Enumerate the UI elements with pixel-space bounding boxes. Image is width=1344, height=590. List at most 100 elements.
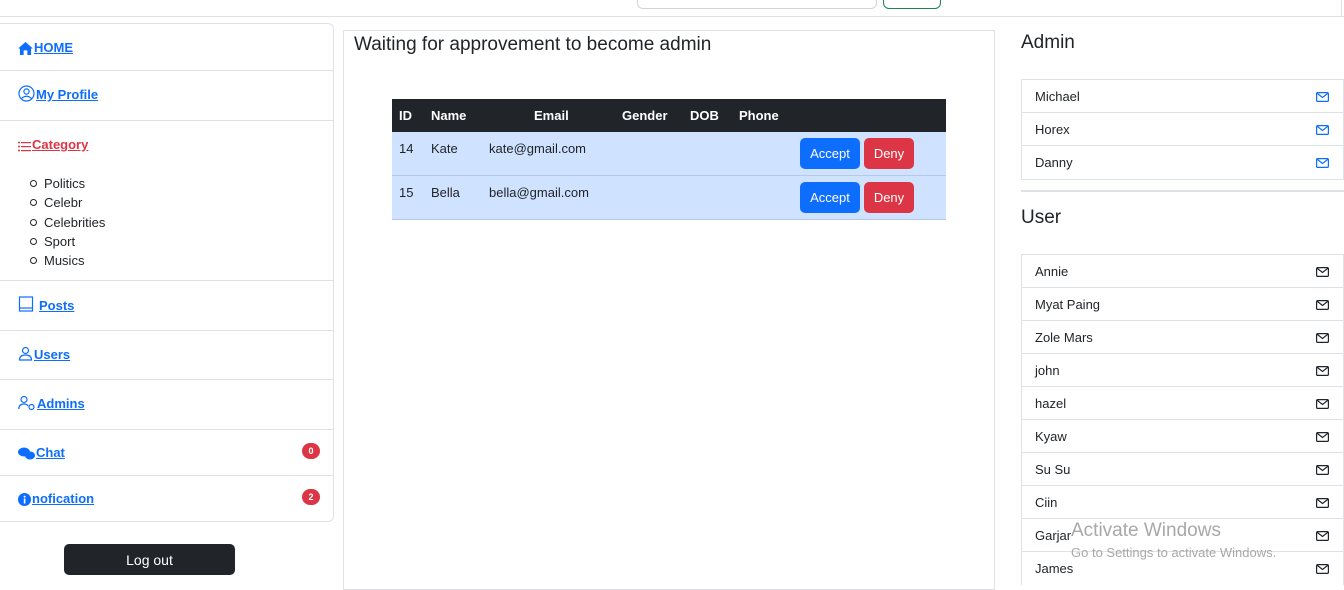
profile-label: My Profile [36, 87, 99, 102]
cell-email: kate@gmail.com [489, 141, 587, 156]
activation-watermark-subtitle: Go to Settings to activate Windows. [1071, 545, 1277, 560]
admin-item[interactable]: Michael [1022, 80, 1343, 113]
accept-button[interactable]: Accept [800, 138, 860, 169]
sidebar-item-notification[interactable]: nofication 2 [0, 476, 333, 522]
user-item[interactable]: Annie [1022, 255, 1343, 288]
admin-list: Michael Horex Danny [1021, 79, 1344, 180]
chat-link[interactable]: Chat [18, 445, 65, 460]
notification-link[interactable]: nofication [18, 491, 94, 506]
cell-name: Bella [431, 185, 460, 200]
category-label: Category [32, 137, 89, 152]
user-name: Ciin [1035, 495, 1058, 510]
user-name: Myat Paing [1035, 297, 1101, 312]
admins-link[interactable]: Admins [18, 395, 85, 411]
user-heading: User [1021, 207, 1062, 228]
sidebar-item-home[interactable]: HOME [0, 24, 333, 71]
admin-name: Danny [1035, 155, 1073, 170]
user-item[interactable]: john [1022, 354, 1343, 387]
user-name: Su Su [1035, 462, 1071, 477]
envelope-icon[interactable] [1316, 531, 1329, 541]
admins-label: Admins [37, 396, 85, 411]
posts-link[interactable]: Posts [18, 296, 74, 313]
envelope-icon[interactable] [1316, 465, 1329, 475]
category-list: Politics Celebr Celebrities Sport Musics [29, 174, 105, 270]
user-item[interactable]: Zole Mars [1022, 321, 1343, 354]
top-navbar [0, 0, 1344, 17]
col-gender: Gender [622, 108, 668, 123]
main-panel: Waiting for approvement to become admin … [343, 30, 995, 590]
category-link[interactable]: Category [18, 137, 88, 152]
search-input[interactable] [637, 0, 877, 9]
cell-id: 14 [399, 141, 414, 156]
table-header: ID Name Email Gender DOB Phone [392, 99, 946, 132]
user-item[interactable]: Kyaw [1022, 420, 1343, 453]
envelope-icon[interactable] [1316, 125, 1329, 135]
home-link[interactable]: HOME [18, 40, 73, 55]
admin-heading: Admin [1021, 32, 1075, 53]
user-name: Garjar [1035, 528, 1072, 543]
category-item[interactable]: Politics [29, 174, 105, 193]
envelope-icon[interactable] [1316, 366, 1329, 376]
col-email: Email [534, 108, 569, 123]
sidebar-item-users[interactable]: Users [0, 331, 333, 380]
user-name: Annie [1035, 264, 1069, 279]
envelope-icon[interactable] [1316, 564, 1329, 574]
activation-watermark-title: Activate Windows [1071, 520, 1221, 541]
cell-id: 15 [399, 185, 414, 200]
table-row: 15 Bella bella@gmail.com Accept Deny [392, 176, 946, 220]
admin-name: Michael [1035, 89, 1080, 104]
envelope-icon[interactable] [1316, 333, 1329, 343]
envelope-icon[interactable] [1316, 498, 1329, 508]
col-id: ID [399, 108, 412, 123]
deny-button[interactable]: Deny [864, 138, 914, 169]
user-item[interactable]: Ciin [1022, 486, 1343, 519]
user-circle-icon [18, 85, 35, 102]
users-label: Users [34, 347, 71, 362]
sidebar-item-admins[interactable]: Admins [0, 380, 333, 430]
col-dob: DOB [690, 108, 719, 123]
notification-badge: 2 [302, 489, 320, 505]
profile-link[interactable]: My Profile [18, 85, 98, 102]
envelope-icon[interactable] [1316, 300, 1329, 310]
envelope-icon[interactable] [1316, 158, 1329, 168]
user-name: john [1035, 363, 1060, 378]
list-icon [18, 141, 31, 152]
col-phone: Phone [739, 108, 779, 123]
deny-button[interactable]: Deny [864, 182, 914, 213]
logout-button[interactable]: Log out [64, 544, 235, 575]
col-name: Name [431, 108, 467, 123]
user-item[interactable]: hazel [1022, 387, 1343, 420]
chat-bubbles-icon [18, 447, 35, 460]
user-name: James [1035, 561, 1074, 576]
cell-name: Kate [431, 141, 458, 156]
search-button[interactable] [883, 0, 941, 9]
users-link[interactable]: Users [18, 346, 70, 362]
divider [1021, 190, 1344, 192]
envelope-icon[interactable] [1316, 432, 1329, 442]
sidebar-item-chat[interactable]: Chat 0 [0, 430, 333, 476]
envelope-icon[interactable] [1316, 399, 1329, 409]
category-item[interactable]: Musics [29, 251, 105, 270]
home-label: HOME [34, 40, 73, 55]
home-icon [18, 42, 33, 55]
cell-email: bella@gmail.com [489, 185, 589, 200]
category-item[interactable]: Sport [29, 232, 105, 251]
book-icon [18, 296, 34, 312]
info-icon [18, 493, 31, 506]
category-item[interactable]: Celebrities [29, 213, 105, 232]
envelope-icon[interactable] [1316, 92, 1329, 102]
envelope-icon[interactable] [1316, 267, 1329, 277]
category-item[interactable]: Celebr [29, 193, 105, 212]
accept-button[interactable]: Accept [800, 182, 860, 213]
people-gear-icon [18, 395, 35, 411]
user-name: Zole Mars [1035, 330, 1093, 345]
sidebar-item-profile[interactable]: My Profile [0, 71, 333, 121]
user-item[interactable]: Su Su [1022, 453, 1343, 486]
admin-item[interactable]: Horex [1022, 113, 1343, 146]
sidebar-item-posts[interactable]: Posts [0, 281, 333, 331]
user-item[interactable]: Myat Paing [1022, 288, 1343, 321]
person-icon [18, 346, 33, 361]
admin-item[interactable]: Danny [1022, 146, 1343, 179]
table-row: 14 Kate kate@gmail.com Accept Deny [392, 132, 946, 176]
divider [1341, 0, 1342, 17]
